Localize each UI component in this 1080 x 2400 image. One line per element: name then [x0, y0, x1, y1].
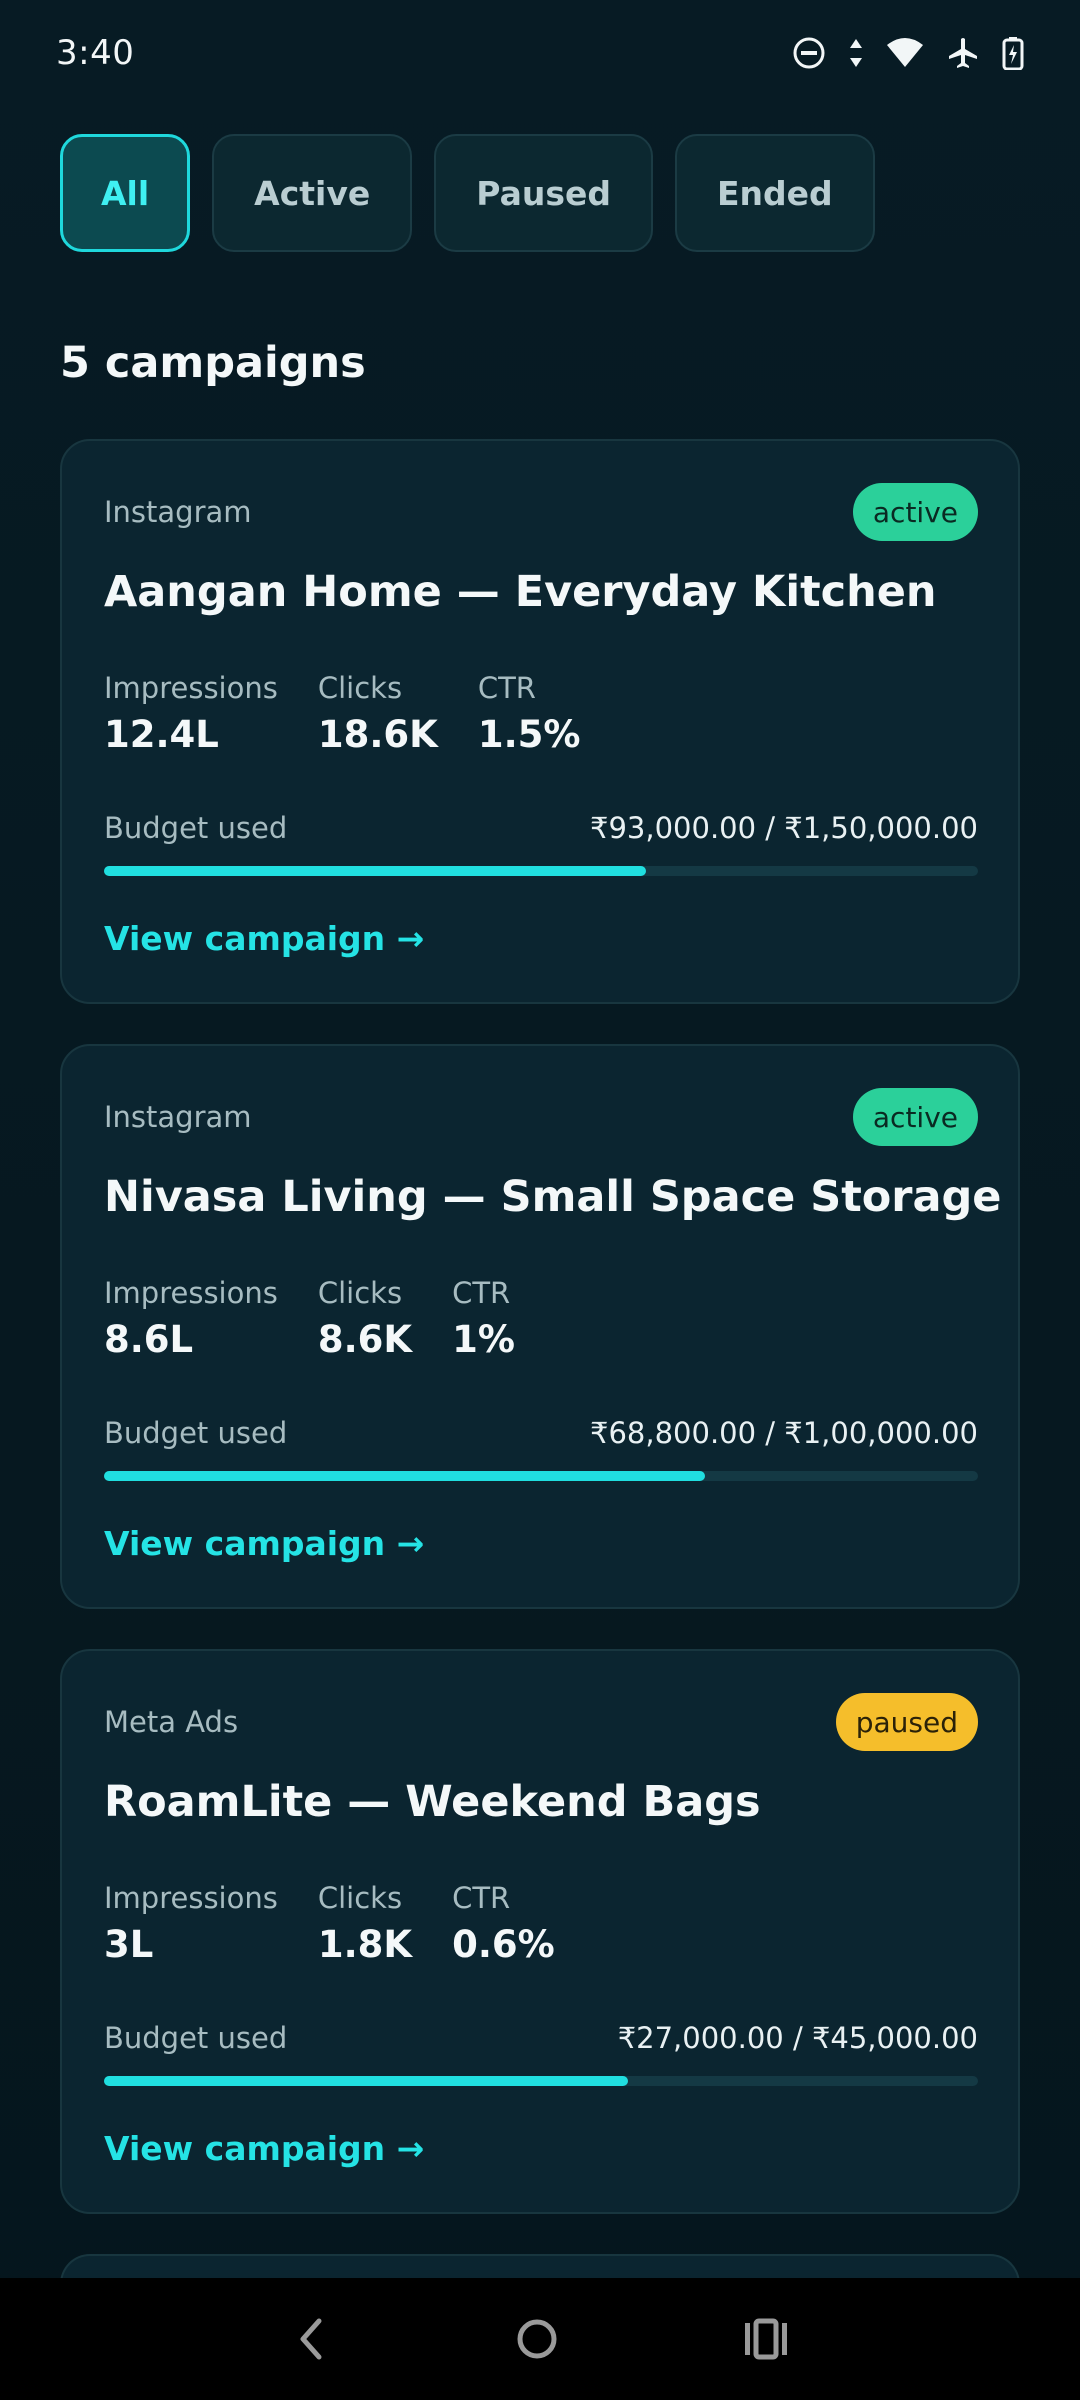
impressions-label: Impressions [104, 1276, 278, 1310]
ctr-value: 1.5% [477, 713, 581, 756]
clicks-value: 18.6K [317, 713, 438, 756]
budget-label: Budget used [104, 2021, 288, 2055]
filter-chips: All Active Paused Ended [60, 134, 875, 252]
campaign-title: RoamLite — Weekend Bags [104, 1777, 761, 1827]
metrics-row: Impressions 3L Clicks 1.8K CTR 0.6% [104, 1881, 555, 1966]
budget-label: Budget used [104, 811, 288, 845]
budget-progress-bar [104, 2076, 978, 2086]
ctr-value: 0.6% [452, 1923, 555, 1966]
battery-charging-icon [1002, 37, 1024, 70]
impressions-label: Impressions [104, 671, 278, 705]
campaign-count: 5 campaigns [60, 338, 366, 388]
impressions-value: 3L [104, 1923, 154, 1966]
impressions-metric: Impressions 8.6L [104, 1276, 278, 1361]
clicks-metric: Clicks 8.6K [318, 1276, 412, 1361]
ctr-label: CTR [477, 671, 536, 705]
clicks-metric: Clicks 18.6K [318, 671, 438, 756]
platform-label: Instagram [104, 495, 252, 529]
filter-chip-all[interactable]: All [60, 134, 191, 252]
platform-label: Meta Ads [104, 1705, 239, 1739]
ctr-metric: CTR 1.5% [478, 671, 581, 756]
metrics-row: Impressions 12.4L Clicks 18.6K CTR 1.5% [104, 671, 580, 756]
impressions-metric: Impressions 3L [104, 1881, 278, 1966]
impressions-metric: Impressions 12.4L [104, 671, 278, 756]
screen: 3:40 All Active Paused Ended 5 campaigns… [0, 0, 1080, 2400]
impressions-label: Impressions [104, 1881, 278, 1915]
campaign-title: Nivasa Living — Small Space Storage [104, 1172, 1002, 1222]
view-campaign-link[interactable]: View campaign → [104, 1524, 424, 1563]
impressions-value: 12.4L [104, 713, 219, 756]
budget-value: ₹68,800.00 / ₹1,00,000.00 [590, 1416, 978, 1450]
metrics-row: Impressions 8.6L Clicks 8.6K CTR 1% [104, 1276, 515, 1361]
data-arrows-icon [850, 39, 862, 67]
clicks-value: 1.8K [317, 1923, 413, 1966]
filter-chip-active[interactable]: Active [212, 134, 413, 252]
budget-value: ₹93,000.00 / ₹1,50,000.00 [590, 811, 978, 845]
clicks-label: Clicks [317, 1276, 403, 1310]
status-bar: 3:40 [0, 0, 1080, 106]
home-icon[interactable] [513, 2315, 561, 2363]
view-campaign-link[interactable]: View campaign → [104, 2129, 424, 2168]
ctr-label: CTR [452, 1881, 511, 1915]
impressions-value: 8.6L [104, 1318, 194, 1361]
back-icon[interactable] [291, 2315, 331, 2363]
view-campaign-link[interactable]: View campaign → [104, 919, 424, 958]
airplane-mode-icon [949, 38, 977, 68]
campaign-card: Meta Ads paused RoamLite — Weekend Bags … [60, 1649, 1020, 2214]
budget-progress-fill [104, 866, 646, 876]
ctr-label: CTR [452, 1276, 511, 1310]
status-badge: paused [835, 1693, 978, 1751]
status-badge: active [852, 1088, 978, 1146]
status-time: 3:40 [56, 33, 135, 73]
budget-progress-fill [104, 2076, 629, 2086]
filter-chip-paused[interactable]: Paused [434, 134, 653, 252]
ctr-value: 1% [452, 1318, 515, 1361]
ctr-metric: CTR 0.6% [452, 1881, 555, 1966]
budget-value: ₹27,000.00 / ₹45,000.00 [617, 2021, 978, 2055]
recents-icon[interactable] [743, 2317, 789, 2361]
campaign-card: Instagram active Aangan Home — Everyday … [60, 439, 1020, 1004]
campaign-title: Aangan Home — Everyday Kitchen [104, 567, 937, 617]
campaign-card: Instagram active Nivasa Living — Small S… [60, 1044, 1020, 1609]
campaign-list: Instagram active Aangan Home — Everyday … [60, 439, 1020, 2314]
status-badge: active [852, 483, 978, 541]
filter-chip-ended[interactable]: Ended [674, 134, 875, 252]
clicks-label: Clicks [317, 1881, 403, 1915]
budget-progress-bar [104, 866, 978, 876]
wifi-icon [887, 38, 923, 67]
budget-label: Budget used [104, 1416, 288, 1450]
ctr-metric: CTR 1% [452, 1276, 515, 1361]
platform-label: Instagram [104, 1100, 252, 1134]
status-icons [792, 36, 1024, 70]
budget-progress-fill [104, 1471, 706, 1481]
clicks-label: Clicks [317, 671, 403, 705]
clicks-metric: Clicks 1.8K [318, 1881, 412, 1966]
do-not-disturb-icon [793, 37, 825, 69]
budget-progress-bar [104, 1471, 978, 1481]
clicks-value: 8.6K [317, 1318, 413, 1361]
system-nav-bar [0, 2278, 1080, 2400]
